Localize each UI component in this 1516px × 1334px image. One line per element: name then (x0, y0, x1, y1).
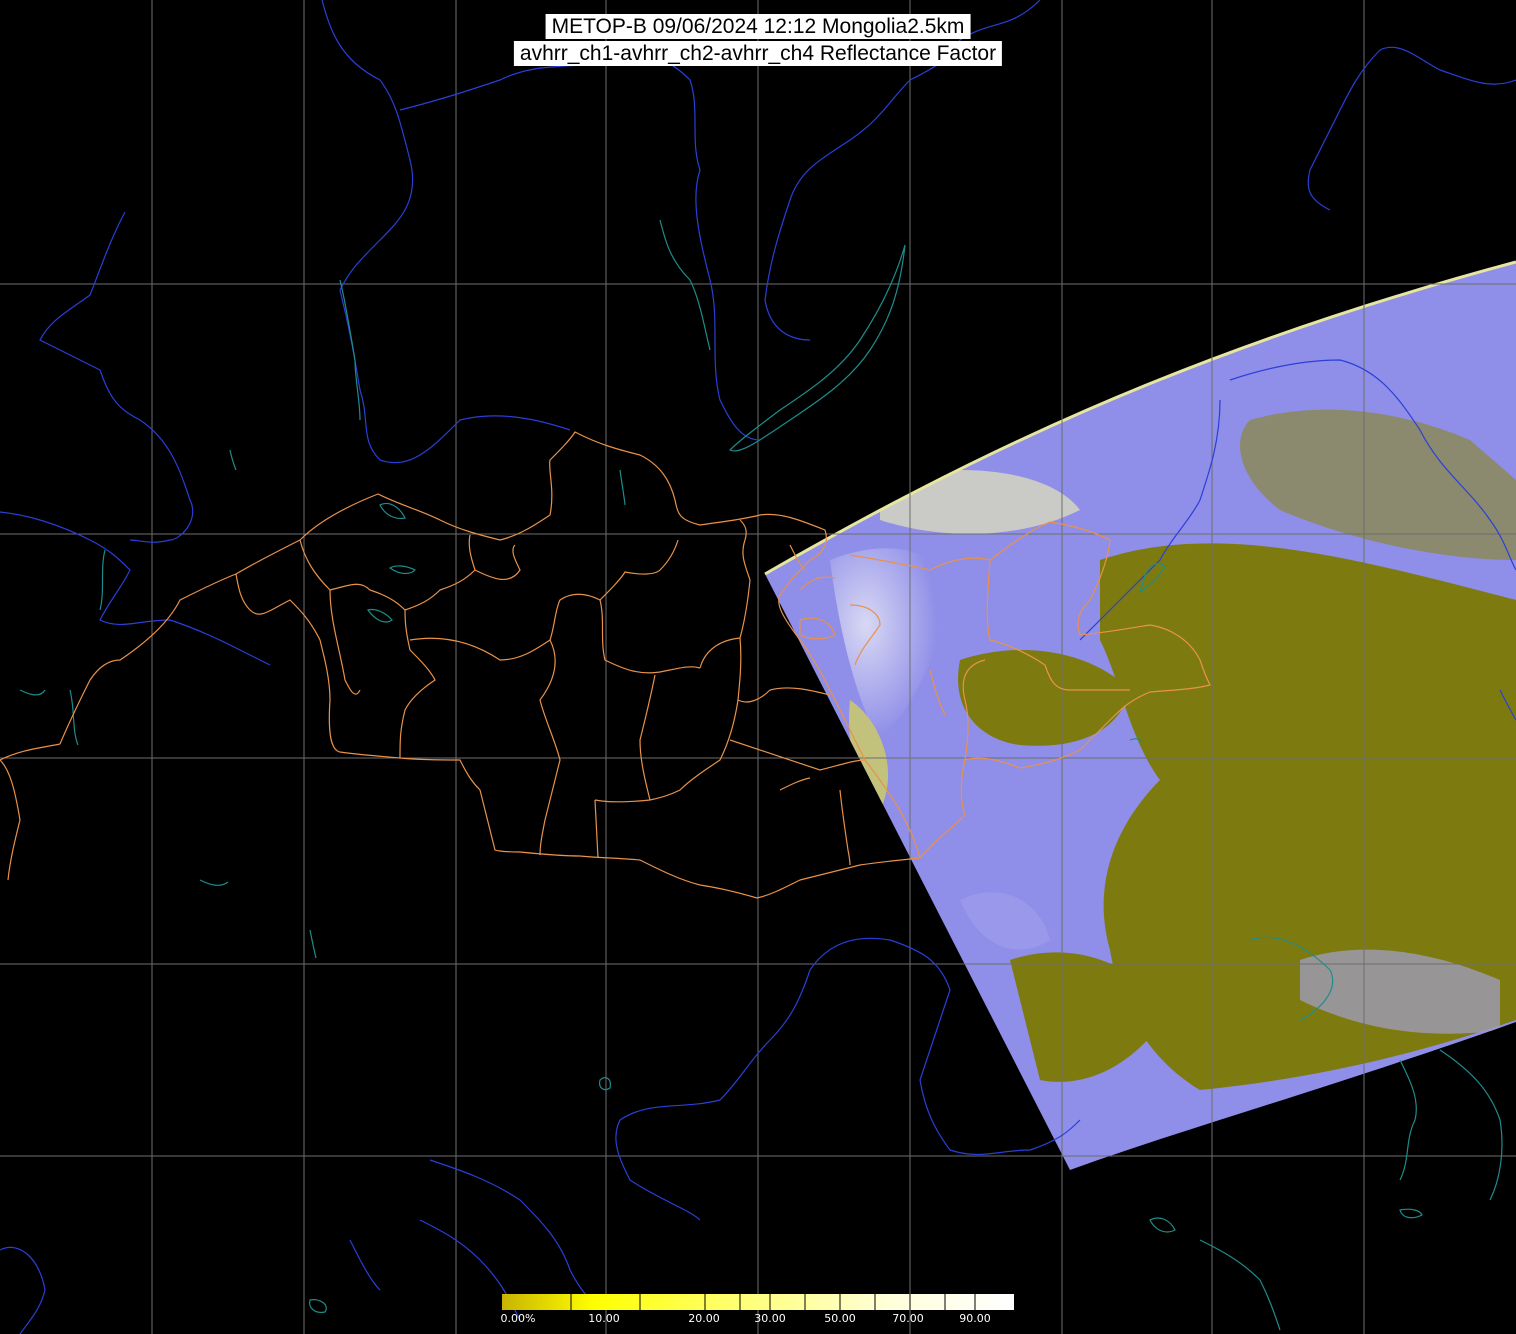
satellite-map (0, 0, 1516, 1334)
colorbar-tick-label: 50.00 (824, 1312, 856, 1325)
map-title-line1: METOP-B 09/06/2024 12:12 Mongolia2.5km (545, 14, 971, 39)
colorbar-tick-label: 90.00 (959, 1312, 991, 1325)
colorbar-tick-label: 10.00 (588, 1312, 620, 1325)
colorbar (502, 1294, 1014, 1310)
colorbar-tick-label: 0.00% (500, 1312, 536, 1325)
colorbar-tick-label: 70.00 (892, 1312, 924, 1325)
colorbar-tick-label: 30.00 (754, 1312, 786, 1325)
map-title-line2: avhrr_ch1-avhrr_ch2-avhrr_ch4 Reflectanc… (513, 41, 1003, 66)
colorbar-tick-label: 20.00 (688, 1312, 720, 1325)
